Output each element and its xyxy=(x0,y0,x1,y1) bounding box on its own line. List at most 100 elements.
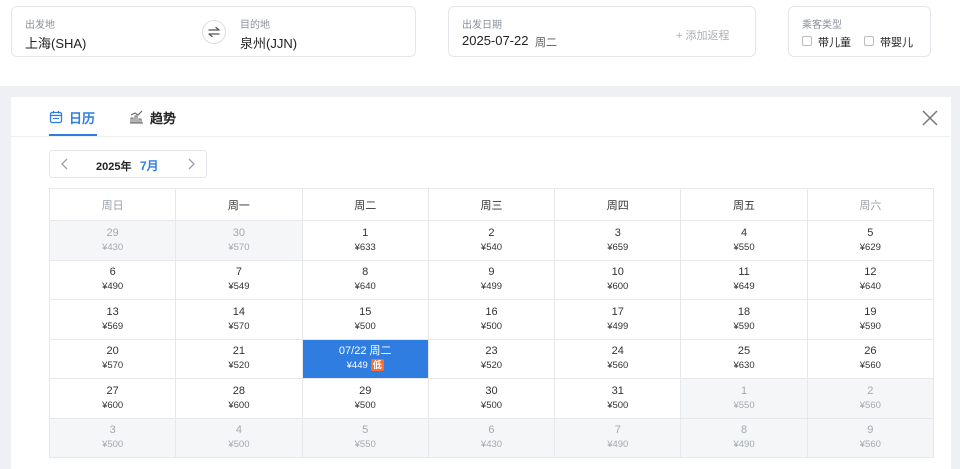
weekday-label: 周六 xyxy=(807,189,934,221)
origin-value: 上海(SHA) xyxy=(25,36,87,51)
calendar-day[interactable]: 30 ¥500 xyxy=(428,379,556,419)
calendar-day[interactable]: 14 ¥570 xyxy=(176,300,303,340)
close-button[interactable] xyxy=(921,109,939,127)
date-selector[interactable]: 出发日期 2025-07-22 周二 + 添加返程 xyxy=(448,6,756,57)
calendar-day[interactable]: 28 ¥600 xyxy=(176,379,303,419)
chevron-left-icon xyxy=(61,158,68,170)
day-price-wrap: ¥630 xyxy=(733,359,754,372)
day-price: ¥520 xyxy=(228,360,250,372)
day-price-wrap: ¥659 xyxy=(607,241,628,254)
day-number: 7 xyxy=(235,266,242,279)
calendar-day[interactable]: 3 ¥500 xyxy=(50,418,177,458)
day-price-wrap: ¥490 xyxy=(733,438,754,451)
calendar-day[interactable]: 2 ¥540 xyxy=(428,221,556,261)
calendar-day[interactable]: 11 ¥649 xyxy=(681,260,808,300)
calendar-day[interactable]: 24 ¥560 xyxy=(555,339,682,379)
day-number: 16 xyxy=(485,305,498,318)
tab-calendar-label: 日历 xyxy=(69,110,96,126)
day-price-wrap: ¥500 xyxy=(607,399,628,412)
day-price: ¥500 xyxy=(607,399,629,411)
calendar-day[interactable]: 15 ¥500 xyxy=(302,300,429,340)
day-price-wrap: ¥549 xyxy=(228,280,249,293)
weekday-header: 周日 周一 周二 周三 周四 周五 周六 xyxy=(50,189,934,221)
day-price-wrap: ¥600 xyxy=(102,399,123,412)
calendar-day[interactable]: 13 ¥569 xyxy=(50,300,177,340)
calendar-day[interactable]: 2 ¥560 xyxy=(807,379,934,419)
calendar-day[interactable]: 4 ¥550 xyxy=(681,221,808,261)
day-price: ¥600 xyxy=(228,399,250,411)
day-number: 19 xyxy=(864,305,877,318)
calendar-day[interactable]: 6 ¥490 xyxy=(50,260,177,300)
calendar-day[interactable]: 17 ¥499 xyxy=(555,300,682,340)
calendar-day[interactable]: 16 ¥500 xyxy=(428,300,556,340)
day-price-wrap: ¥550 xyxy=(733,241,754,254)
origin-field[interactable]: 出发地 上海(SHA) xyxy=(12,7,202,58)
calendar-day[interactable]: 5 ¥629 xyxy=(807,221,934,261)
day-price: ¥490 xyxy=(733,439,755,451)
calendar-day[interactable]: 29 ¥500 xyxy=(302,379,429,419)
day-number: 14 xyxy=(232,305,246,318)
calendar-week-row: 27 ¥600 28 ¥600 29 ¥500 30 ¥500 31 ¥500 1 ¥550 2 ¥560 xyxy=(50,379,934,419)
day-number: 1 xyxy=(740,384,748,397)
calendar-day[interactable]: 8 ¥640 xyxy=(302,260,429,300)
prev-month-button[interactable] xyxy=(58,157,72,171)
close-icon xyxy=(922,110,938,126)
calendar-day[interactable]: 3 ¥659 xyxy=(555,221,682,261)
day-price: ¥550 xyxy=(733,399,755,411)
calendar-day[interactable]: 29 ¥430 xyxy=(50,221,177,261)
day-number: 8 xyxy=(740,424,748,437)
calendar-day[interactable]: 6 ¥430 xyxy=(428,418,556,458)
calendar-day[interactable]: 27 ¥600 xyxy=(50,379,177,419)
swap-button[interactable] xyxy=(202,20,226,44)
calendar-day[interactable]: 26 ¥560 xyxy=(807,339,934,379)
calendar-day[interactable]: 19 ¥590 xyxy=(807,300,934,340)
infant-checkbox[interactable] xyxy=(864,36,874,46)
day-price-wrap: ¥590 xyxy=(860,320,881,333)
day-price-wrap: ¥500 xyxy=(102,438,123,451)
day-price-wrap: ¥570 xyxy=(102,359,123,372)
calendar-day[interactable]: 31 ¥500 xyxy=(555,379,682,419)
child-checkbox[interactable] xyxy=(802,36,812,46)
calendar-day[interactable]: 7 ¥549 xyxy=(176,260,303,300)
day-price: ¥569 xyxy=(102,320,124,332)
calendar-day[interactable]: 12 ¥640 xyxy=(807,260,934,300)
month-label[interactable]: 7月 xyxy=(140,157,159,174)
chevron-right-icon xyxy=(188,158,195,170)
calendar-day[interactable]: 8 ¥490 xyxy=(681,418,808,458)
calendar-day[interactable]: 5 ¥550 xyxy=(302,418,429,458)
day-price: ¥633 xyxy=(354,241,376,253)
date-label: 出发日期 xyxy=(462,20,502,31)
day-price: ¥659 xyxy=(607,241,629,253)
day-number: 26 xyxy=(864,345,877,358)
calendar-day[interactable]: 20 ¥570 xyxy=(50,339,177,379)
date-weekday: 周二 xyxy=(535,37,557,49)
day-price-wrap: ¥550 xyxy=(733,399,754,412)
add-return-button[interactable]: + 添加返程 xyxy=(676,27,729,43)
day-number: 4 xyxy=(740,226,748,239)
calendar-day[interactable]: 30 ¥570 xyxy=(176,221,303,261)
calendar-day[interactable]: 25 ¥630 xyxy=(681,339,808,379)
calendar-day[interactable]: 10 ¥600 xyxy=(555,260,682,300)
day-price-wrap: ¥500 xyxy=(355,320,376,333)
calendar-day[interactable]: 9 ¥560 xyxy=(807,418,934,458)
calendar-week-row: 3 ¥500 4 ¥500 5 ¥550 6 ¥430 7 ¥490 8 ¥490 9 ¥560 xyxy=(50,418,934,458)
calendar-day[interactable]: 9 ¥499 xyxy=(428,260,556,300)
calendar-day[interactable]: 7 ¥490 xyxy=(555,418,682,458)
calendar-day-selected[interactable]: 07/22 周二 ¥449 低 xyxy=(302,339,429,379)
day-price-wrap: ¥550 xyxy=(355,438,376,451)
day-price: ¥500 xyxy=(354,399,376,411)
destination-label: 目的地 xyxy=(240,20,270,31)
calendar-day[interactable]: 23 ¥520 xyxy=(428,339,556,379)
day-price-wrap: ¥600 xyxy=(228,399,249,412)
tab-trend[interactable]: 趋势 xyxy=(129,97,176,137)
day-number: 6 xyxy=(488,424,495,437)
day-price: ¥630 xyxy=(733,360,755,372)
tab-calendar[interactable]: 日历 xyxy=(49,97,95,137)
calendar-day[interactable]: 4 ¥500 xyxy=(176,418,303,458)
calendar-day[interactable]: 1 ¥550 xyxy=(681,379,808,419)
next-month-button[interactable] xyxy=(184,157,198,171)
calendar-day[interactable]: 1 ¥633 xyxy=(302,221,429,261)
calendar-day[interactable]: 18 ¥590 xyxy=(681,300,808,340)
calendar-day[interactable]: 21 ¥520 xyxy=(176,339,303,379)
destination-field[interactable]: 目的地 泉州(JJN) xyxy=(228,7,417,58)
